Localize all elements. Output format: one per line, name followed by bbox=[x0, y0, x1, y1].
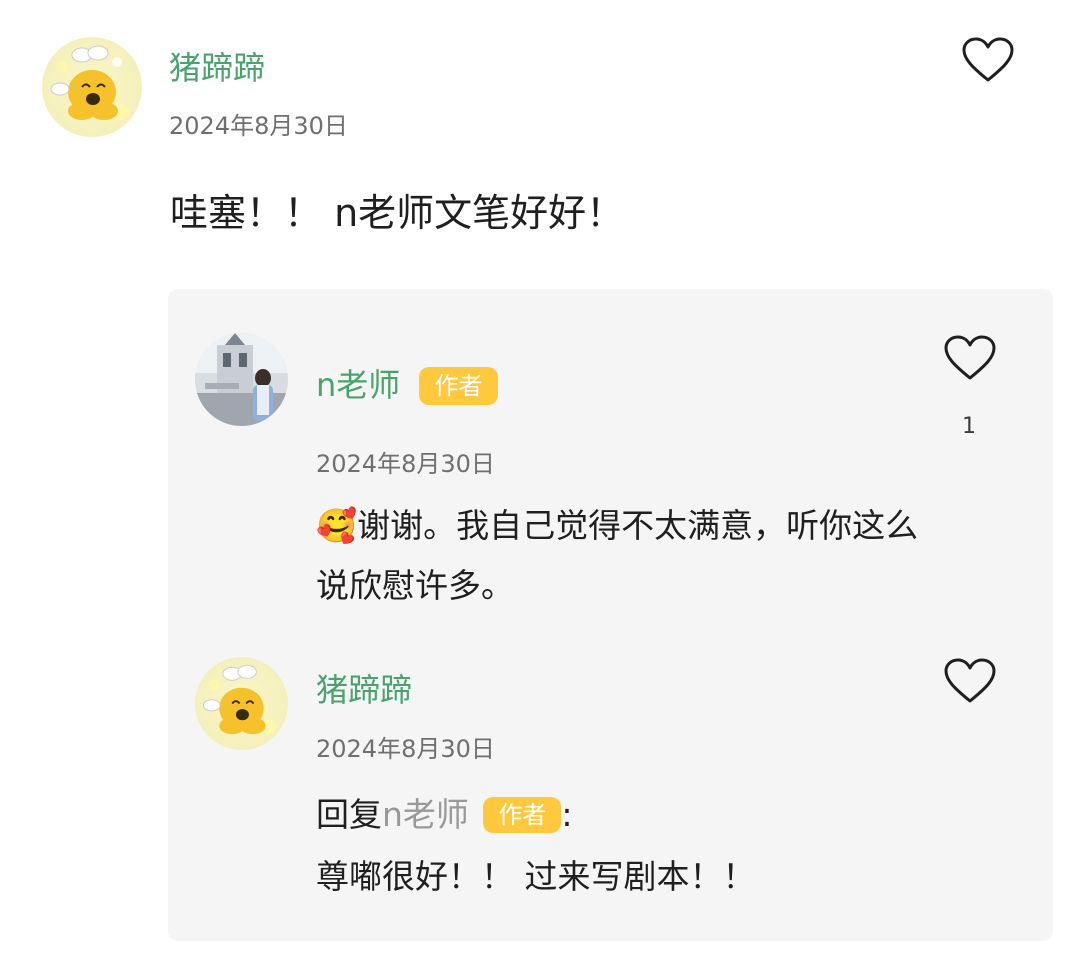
comment-date: 2024年8月30日 bbox=[169, 112, 348, 140]
cartoon-duck-avatar-icon[interactable] bbox=[195, 657, 288, 750]
reply-username-text[interactable]: n老师 bbox=[316, 366, 400, 404]
reply-colon: : bbox=[561, 795, 573, 834]
photo-avatar-graphic bbox=[195, 333, 288, 426]
smiling-face-hearts-emoji-icon: 🥰 bbox=[316, 506, 358, 545]
comment-username[interactable]: 猪蹄蹄 bbox=[169, 52, 265, 84]
reply-username[interactable]: 猪蹄蹄 bbox=[316, 674, 412, 706]
like-count: 1 bbox=[962, 414, 976, 439]
reply-prefix: 回复 bbox=[316, 795, 382, 834]
reply-date: 2024年8月30日 bbox=[316, 735, 495, 763]
cartoon-duck-avatar-icon[interactable] bbox=[42, 37, 142, 137]
author-badge: 作者 bbox=[419, 367, 498, 405]
like-heart-icon[interactable] bbox=[944, 335, 996, 381]
reply-username[interactable]: n老师 bbox=[316, 369, 400, 401]
like-heart-icon[interactable] bbox=[962, 37, 1014, 83]
reply-text: 尊嘟很好！！ 过来写剧本！！ bbox=[316, 857, 756, 896]
duck-avatar-graphic bbox=[195, 657, 288, 750]
photo-avatar-icon[interactable] bbox=[195, 333, 288, 426]
reply-text-line2: 说欣慰许多。 bbox=[316, 566, 514, 605]
author-badge: 作者 bbox=[483, 797, 562, 833]
replies-container bbox=[168, 289, 1053, 941]
duck-avatar-graphic bbox=[42, 37, 142, 137]
reply-text-line1: 🥰谢谢。我自己觉得不太满意，听你这么 bbox=[316, 509, 918, 542]
like-heart-icon[interactable] bbox=[944, 658, 996, 704]
reply-to-line: 回复n老师 作者: bbox=[316, 797, 573, 833]
reply-date: 2024年8月30日 bbox=[316, 450, 495, 478]
reply-text: 谢谢。我自己觉得不太满意，听你这么 bbox=[357, 506, 919, 545]
reply-target-username[interactable]: n老师 bbox=[382, 795, 469, 834]
comment-text: 哇塞！！ n老师文笔好好！ bbox=[170, 191, 625, 235]
